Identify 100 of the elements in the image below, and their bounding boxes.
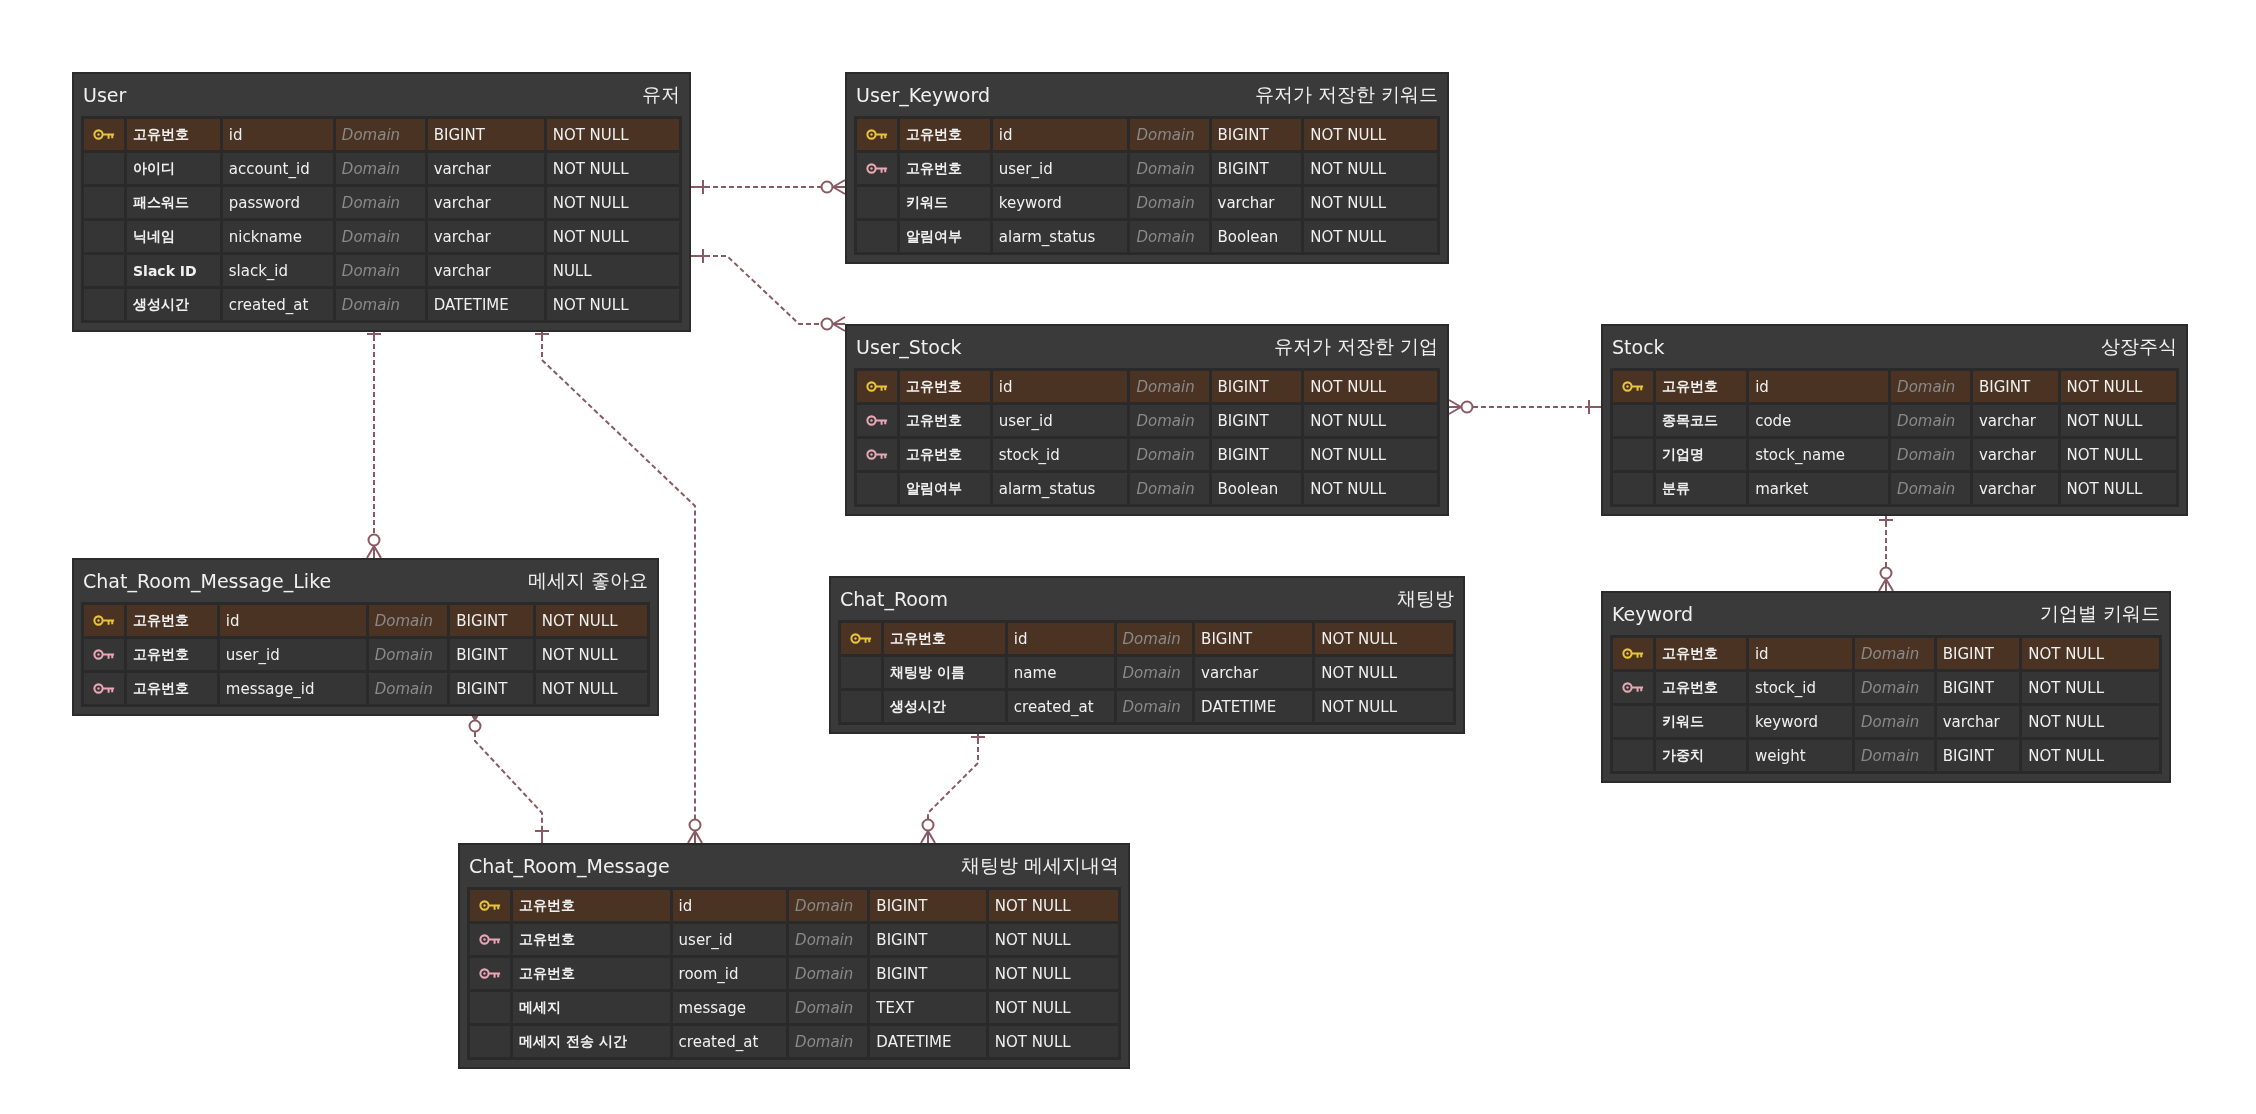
domain-cell: Domain — [1891, 371, 1970, 402]
physical-name-cell: message — [672, 992, 787, 1023]
physical-name-cell: nickname — [222, 221, 333, 252]
key-icon — [1622, 380, 1644, 393]
logical-name-cell: 고유번호 — [127, 605, 217, 636]
domain-cell: Domain — [1116, 691, 1193, 722]
domain-cell: Domain — [1130, 187, 1209, 218]
domain-cell: Domain — [335, 153, 425, 184]
logical-name-cell: 종목코드 — [1656, 405, 1747, 436]
nullability-cell: NOT NULL — [988, 924, 1118, 955]
physical-name-cell: id — [992, 371, 1128, 402]
domain-cell: Domain — [1116, 657, 1193, 688]
data-type-cell: BIGINT — [1973, 371, 2058, 402]
logical-name-cell: 가중치 — [1656, 740, 1746, 771]
nullability-cell: NOT NULL — [1315, 623, 1453, 654]
logical-name-cell: 메세지 — [513, 992, 670, 1023]
domain-cell: Domain — [1891, 439, 1970, 470]
data-type-cell: varchar — [1936, 706, 2020, 737]
physical-name-cell: password — [222, 187, 333, 218]
nullability-cell: NOT NULL — [988, 992, 1118, 1023]
data-type-cell: BIGINT — [1211, 153, 1302, 184]
key-icon — [1622, 681, 1644, 694]
table-comment: 유저가 저장한 기업 — [1273, 334, 1438, 359]
logical-name-cell: 아이디 — [127, 153, 220, 184]
table-name: Keyword — [1612, 603, 1694, 625]
table-comment: 채팅방 — [1397, 586, 1454, 611]
logical-name-cell: 분류 — [1656, 473, 1747, 504]
data-type-cell: varchar — [427, 221, 544, 252]
physical-name-cell: id — [219, 605, 366, 636]
physical-name-cell: created_at — [222, 289, 333, 320]
data-type-cell: BIGINT — [870, 958, 986, 989]
key-icon — [866, 448, 888, 461]
logical-name-cell: 고유번호 — [1656, 371, 1747, 402]
table-comment: 유저가 저장한 키워드 — [1254, 82, 1438, 107]
nullability-cell: NOT NULL — [2060, 473, 2176, 504]
data-type-cell: varchar — [1973, 473, 2058, 504]
data-type-cell: varchar — [427, 153, 544, 184]
data-type-cell: BIGINT — [450, 639, 533, 670]
data-type-cell: BIGINT — [1936, 672, 2020, 703]
data-type-cell: BIGINT — [1211, 119, 1302, 150]
key-icon — [866, 414, 888, 427]
logical-name-cell: 고유번호 — [127, 119, 220, 150]
nullability-cell: NOT NULL — [2060, 439, 2176, 470]
data-type-cell: varchar — [427, 255, 544, 286]
nullability-cell: NOT NULL — [988, 890, 1118, 921]
domain-cell: Domain — [789, 890, 868, 921]
domain-cell: Domain — [1855, 638, 1934, 669]
logical-name-cell: 메세지 전송 시간 — [513, 1026, 670, 1057]
domain-cell: Domain — [1130, 119, 1209, 150]
table-comment: 상장주식 — [2101, 334, 2177, 359]
key-icon — [866, 128, 888, 141]
key-icon — [479, 967, 501, 980]
key-icon — [93, 614, 115, 627]
domain-cell: Domain — [1130, 405, 1209, 436]
table-comment: 메세지 좋아요 — [527, 568, 648, 593]
physical-name-cell: market — [1749, 473, 1889, 504]
physical-name-cell: room_id — [672, 958, 787, 989]
nullability-cell: NOT NULL — [1315, 657, 1453, 688]
table-name: User_Keyword — [856, 84, 990, 106]
data-type-cell: varchar — [1195, 657, 1313, 688]
physical-name-cell: user_id — [992, 153, 1128, 184]
domain-cell: Domain — [789, 924, 868, 955]
domain-cell: Domain — [1891, 405, 1970, 436]
physical-name-cell: id — [992, 119, 1128, 150]
logical-name-cell: 닉네임 — [127, 221, 220, 252]
physical-name-cell: stock_id — [1748, 672, 1852, 703]
domain-cell: Domain — [1130, 371, 1209, 402]
logical-name-cell: 고유번호 — [1656, 672, 1746, 703]
physical-name-cell: id — [1749, 371, 1889, 402]
physical-name-cell: keyword — [992, 187, 1128, 218]
logical-name-cell: 키워드 — [1656, 706, 1746, 737]
key-icon — [866, 380, 888, 393]
logical-name-cell: 고유번호 — [900, 153, 990, 184]
key-icon — [866, 162, 888, 175]
nullability-cell: NULL — [546, 255, 679, 286]
key-icon — [850, 632, 872, 645]
nullability-cell: NOT NULL — [546, 187, 679, 218]
logical-name-cell: 키워드 — [900, 187, 990, 218]
domain-cell: Domain — [1891, 473, 1970, 504]
logical-name-cell: 고유번호 — [127, 639, 217, 670]
logical-name-cell: 고유번호 — [900, 119, 990, 150]
nullability-cell: NOT NULL — [1304, 439, 1437, 470]
physical-name-cell: slack_id — [222, 255, 333, 286]
data-type-cell: varchar — [1973, 405, 2058, 436]
key-icon — [93, 682, 115, 695]
domain-cell: Domain — [789, 958, 868, 989]
physical-name-cell: message_id — [219, 673, 366, 704]
physical-name-cell: name — [1007, 657, 1114, 688]
nullability-cell: NOT NULL — [988, 1026, 1118, 1057]
domain-cell: Domain — [1130, 439, 1209, 470]
nullability-cell: NOT NULL — [2022, 740, 2159, 771]
data-type-cell: BIGINT — [1936, 740, 2020, 771]
logical-name-cell: 기업명 — [1656, 439, 1747, 470]
physical-name-cell: alarm_status — [992, 221, 1128, 252]
table-name: Stock — [1612, 336, 1665, 358]
logical-name-cell: 고유번호 — [884, 623, 1005, 654]
physical-name-cell: id — [222, 119, 333, 150]
logical-name-cell: 생성시간 — [127, 289, 220, 320]
physical-name-cell: id — [1007, 623, 1114, 654]
key-icon — [479, 899, 501, 912]
